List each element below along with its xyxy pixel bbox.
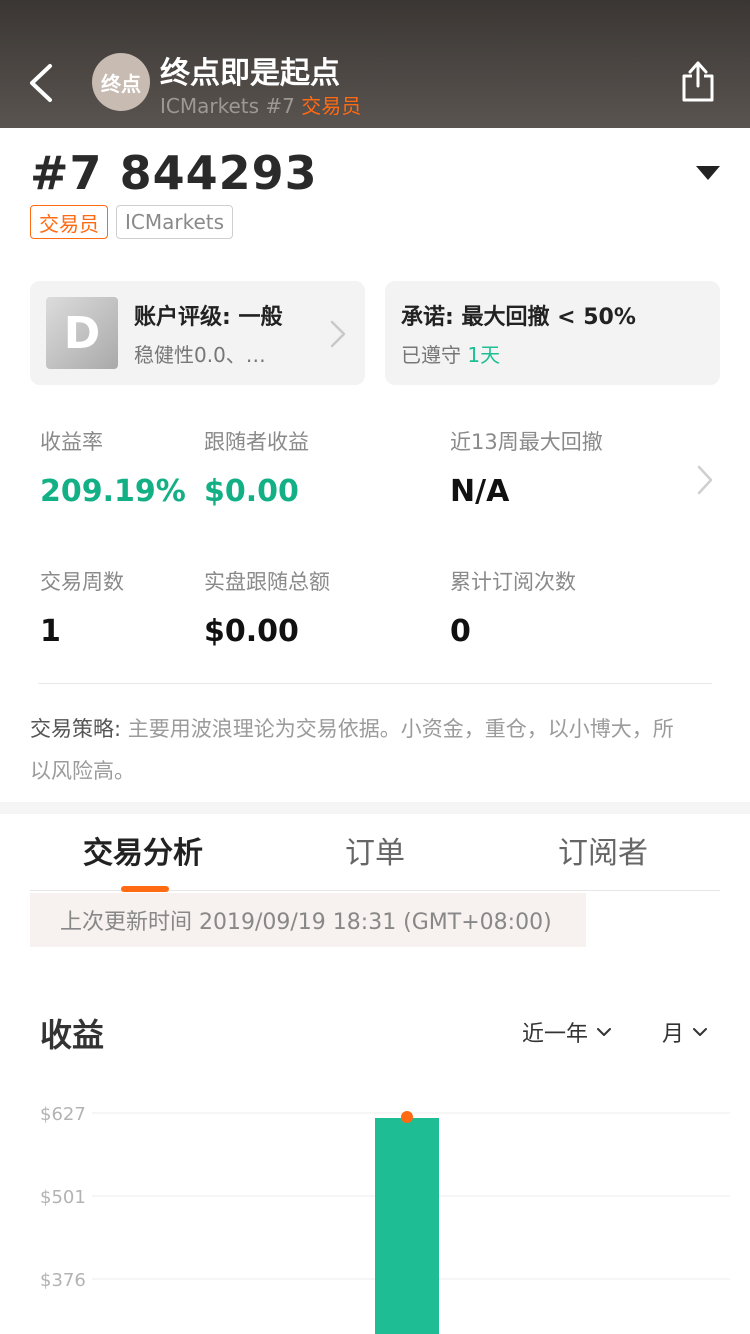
stat-label-follower-profit: 跟随者收益 <box>204 430 309 454</box>
section-separator <box>0 802 750 814</box>
range-filter-dropdown[interactable]: 近一年 <box>522 1016 612 1048</box>
promise-title: 承诺: 最大回撤 < 50% <box>401 305 636 330</box>
tab-subscribers[interactable]: 订阅者 <box>558 828 648 872</box>
share-icon[interactable] <box>680 58 716 104</box>
stats-chevron-right-icon[interactable] <box>696 464 714 496</box>
header-role-text: 交易员 <box>301 94 362 118</box>
promise-days: 1天 <box>467 343 501 367</box>
rating-title: 账户评级: 一般 <box>134 305 283 330</box>
role-tag: 交易员 <box>30 205 108 239</box>
stat-value-follower-profit: $0.00 <box>204 474 299 509</box>
chart-title: 收益 <box>40 1016 105 1054</box>
account-dropdown-icon[interactable] <box>696 166 720 180</box>
chart-point <box>401 1111 413 1123</box>
grade-badge: D <box>46 297 118 369</box>
avatar[interactable]: 终点 <box>92 53 150 111</box>
rating-card[interactable]: D 账户评级: 一般 稳健性0.0、… <box>30 281 365 385</box>
stat-value-trade-weeks: 1 <box>40 614 61 649</box>
tab-trade-analysis[interactable]: 交易分析 <box>83 828 203 872</box>
strategy-text: 交易策略: 主要用波浪理论为交易依据。小资金，重仓，以小博大，所以风险高。 <box>30 708 690 792</box>
stats-divider <box>38 683 712 684</box>
y-tick-label: $627 <box>40 1104 86 1125</box>
profit-chart: $627 $501 $376 <box>40 1104 730 1334</box>
strategy-label: 交易策略: <box>30 717 128 741</box>
stat-label-trade-weeks: 交易周数 <box>40 570 124 594</box>
range-filter-label: 近一年 <box>522 1022 589 1047</box>
period-filter-label: 月 <box>662 1022 685 1047</box>
rating-subtitle: 稳健性0.0、… <box>134 343 266 367</box>
last-update-banner: 上次更新时间 2019/09/19 18:31 (GMT+08:00) <box>30 893 586 947</box>
promise-subtitle: 已遵守 1天 <box>401 339 500 368</box>
stat-label-return-rate: 收益率 <box>40 430 103 454</box>
header-broker-text: ICMarkets #7 <box>160 94 295 118</box>
stat-label-follow-total: 实盘跟随总额 <box>204 570 330 594</box>
chevron-right-icon <box>330 320 346 348</box>
active-tab-indicator <box>121 886 169 892</box>
account-tags: 交易员 ICMarkets <box>30 205 234 239</box>
page: 终点 终点即是起点 ICMarkets #7 交易员 #7 844293 交易员… <box>0 0 750 1334</box>
stat-value-return-rate: 209.19% <box>40 474 186 509</box>
top-header: 终点 终点即是起点 ICMarkets #7 交易员 <box>0 0 750 128</box>
y-tick-label: $501 <box>40 1187 86 1208</box>
promise-sub-prefix: 已遵守 <box>401 343 468 367</box>
promise-card[interactable]: 承诺: 最大回撤 < 50% 已遵守 1天 <box>385 281 720 385</box>
header-subtitle: ICMarkets #7 交易员 <box>160 90 361 119</box>
header-title: 终点即是起点 <box>160 56 340 91</box>
back-arrow-icon[interactable] <box>22 58 62 108</box>
stat-value-max-drawdown: N/A <box>450 474 510 509</box>
y-tick-label: $376 <box>40 1270 86 1291</box>
stat-label-subscriptions: 累计订阅次数 <box>450 570 576 594</box>
chevron-down-icon <box>597 1028 612 1036</box>
stat-value-subscriptions: 0 <box>450 614 471 649</box>
stat-value-follow-total: $0.00 <box>204 614 299 649</box>
broker-tag: ICMarkets <box>116 205 234 239</box>
chart-bar[interactable] <box>375 1118 439 1334</box>
stat-label-max-drawdown: 近13周最大回撤 <box>450 430 603 454</box>
period-filter-dropdown[interactable]: 月 <box>662 1016 708 1048</box>
account-number: #7 844293 <box>30 146 318 200</box>
tab-orders[interactable]: 订单 <box>345 828 405 872</box>
chevron-down-icon <box>693 1028 708 1036</box>
